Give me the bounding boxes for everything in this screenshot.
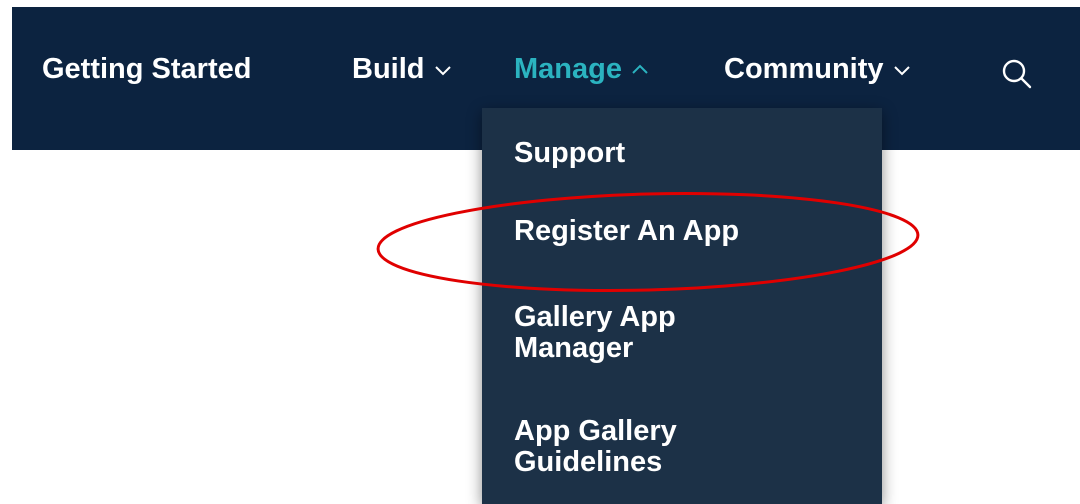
- menu-item-app-gallery-guidelines-label: App Gallery Guidelines: [514, 415, 677, 478]
- menu-item-register-an-app[interactable]: Register An App: [514, 216, 854, 247]
- nav-build-label: Build: [352, 53, 425, 85]
- search-icon[interactable]: [1000, 57, 1034, 91]
- menu-item-support[interactable]: Support: [514, 138, 854, 169]
- chevron-up-icon: [630, 60, 650, 80]
- menu-item-app-gallery-guidelines[interactable]: App Gallery Guidelines: [514, 416, 724, 478]
- nav-manage[interactable]: Manage: [514, 53, 650, 86]
- menu-item-support-label: Support: [514, 137, 626, 169]
- nav-manage-label: Manage: [514, 53, 622, 85]
- menu-item-gallery-app-manager-label: Gallery App Manager: [514, 301, 676, 364]
- nav-getting-started-label: Getting Started: [42, 53, 252, 85]
- menu-item-gallery-app-manager[interactable]: Gallery App Manager: [514, 302, 724, 364]
- manage-dropdown-menu: Support Register An App Gallery App Mana…: [482, 108, 882, 504]
- nav-build[interactable]: Build: [352, 53, 453, 86]
- chevron-down-icon: [892, 60, 912, 80]
- nav-community[interactable]: Community: [724, 53, 912, 86]
- chevron-down-icon: [433, 60, 453, 80]
- nav-getting-started[interactable]: Getting Started: [42, 53, 251, 86]
- menu-item-register-an-app-label: Register An App: [514, 215, 740, 247]
- nav-community-label: Community: [724, 53, 884, 85]
